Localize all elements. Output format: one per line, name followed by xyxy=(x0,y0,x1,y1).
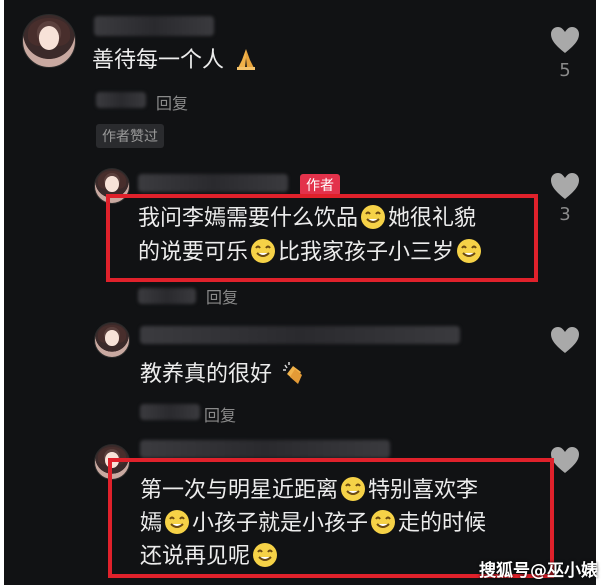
timestamp-blurred xyxy=(138,288,196,304)
comment-text: 第一次与明星近距离 特别喜欢李 嫣 小孩子就是小孩子 走的时候 还说再见呢 xyxy=(140,477,487,569)
like-heart-icon[interactable] xyxy=(550,326,580,354)
comment-text: 我问李嫣需要什么饮品 她很礼貌 的说要可乐 比我家孩子小三岁 xyxy=(138,202,484,270)
username-blurred xyxy=(140,326,460,344)
smiling-face-icon xyxy=(457,239,482,263)
smiling-face-icon xyxy=(251,239,276,263)
reply-button[interactable]: 回复 xyxy=(206,284,238,308)
like-count: 3 xyxy=(559,204,571,225)
username-blurred xyxy=(140,440,390,458)
like-heart-icon[interactable] xyxy=(550,446,580,474)
author-tag: 作者 xyxy=(300,174,340,196)
smiling-face-icon xyxy=(361,205,386,229)
username-blurred xyxy=(138,174,288,192)
avatar[interactable] xyxy=(94,322,130,358)
smiling-face-icon xyxy=(253,543,278,567)
smiling-face-icon xyxy=(371,510,396,534)
clapping-hands-icon xyxy=(283,362,303,384)
avatar[interactable] xyxy=(22,14,76,68)
smiling-face-icon xyxy=(165,510,190,534)
praying-hands-icon xyxy=(237,49,256,70)
watermark: 搜狐号@巫小婊 xyxy=(479,561,598,581)
timestamp-blurred xyxy=(96,92,146,108)
like-count: 5 xyxy=(559,60,571,81)
comment-screen: 善待每一个人 回复 作者赞过 5 作者 3 我问李嫣需要什么饮品 她很礼貌 的说… xyxy=(4,0,596,585)
like-heart-icon[interactable] xyxy=(550,172,580,200)
like-heart-icon[interactable] xyxy=(550,26,580,54)
comment-text: 教养真的很好 xyxy=(140,358,309,392)
reply-button[interactable]: 回复 xyxy=(204,402,236,426)
timestamp-blurred xyxy=(140,404,200,420)
smiling-face-icon xyxy=(341,477,366,501)
username-blurred xyxy=(94,16,214,36)
reply-button[interactable]: 回复 xyxy=(156,90,188,114)
comment-text: 善待每一个人 xyxy=(92,44,261,78)
author-liked-tag: 作者赞过 xyxy=(96,124,164,148)
